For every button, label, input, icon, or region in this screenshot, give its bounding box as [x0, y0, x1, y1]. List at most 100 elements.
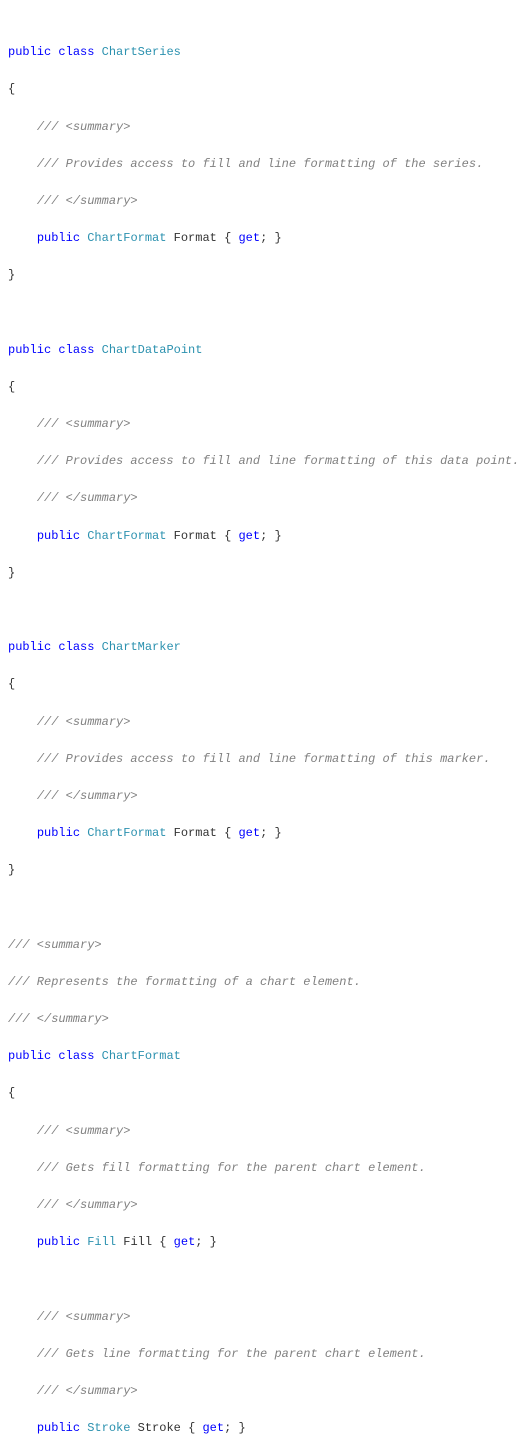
keyword-class: class: [58, 45, 94, 59]
keyword-public: public: [37, 1235, 80, 1249]
brace-open: {: [217, 826, 239, 840]
type-ref: ChartFormat: [87, 529, 166, 543]
keyword-get: get: [174, 1235, 196, 1249]
brace-open: {: [152, 1235, 174, 1249]
xml-doc-summary-open: /// <summary>: [8, 938, 102, 952]
type-name: ChartDataPoint: [102, 343, 203, 357]
keyword-get: get: [238, 826, 260, 840]
code-line: {: [8, 378, 523, 397]
code-line: /// <summary>: [8, 713, 523, 732]
code-line: /// Gets line formatting for the parent …: [8, 1345, 523, 1364]
code-line: {: [8, 80, 523, 99]
xml-doc-summary-open: /// <summary>: [37, 715, 131, 729]
code-line: }: [8, 861, 523, 880]
code-line: /// </summary>: [8, 1010, 523, 1029]
brace-close: ; }: [260, 826, 282, 840]
code-line: /// <summary>: [8, 1308, 523, 1327]
brace-open: {: [8, 1086, 15, 1100]
keyword-public: public: [37, 529, 80, 543]
type-name: ChartFormat: [102, 1049, 181, 1063]
code-line: public Stroke Stroke { get; }: [8, 1419, 523, 1436]
keyword-public: public: [8, 45, 51, 59]
xml-doc-summary-close: /// </summary>: [37, 194, 138, 208]
xml-doc-summary-open: /// <summary>: [37, 120, 131, 134]
keyword-class: class: [58, 343, 94, 357]
brace-open: {: [217, 231, 239, 245]
member-name: Format: [174, 529, 217, 543]
code-line: /// Provides access to fill and line for…: [8, 750, 523, 769]
xml-doc-summary-close: /// </summary>: [37, 789, 138, 803]
code-line: public Fill Fill { get; }: [8, 1233, 523, 1252]
xml-doc-summary-open: /// <summary>: [37, 1124, 131, 1138]
brace-close: }: [8, 566, 15, 580]
type-ref: ChartFormat: [87, 231, 166, 245]
brace-close: ; }: [224, 1421, 246, 1435]
code-line: public ChartFormat Format { get; }: [8, 824, 523, 843]
brace-close: ; }: [260, 231, 282, 245]
xml-doc-summary-close: /// </summary>: [37, 491, 138, 505]
code-line: public class ChartMarker: [8, 638, 523, 657]
code-line: /// Gets fill formatting for the parent …: [8, 1159, 523, 1178]
blank-line: [8, 601, 523, 620]
xml-doc-text: /// Provides access to fill and line for…: [37, 454, 519, 468]
xml-doc-text: /// Provides access to fill and line for…: [37, 752, 491, 766]
keyword-public: public: [8, 640, 51, 654]
code-line: {: [8, 675, 523, 694]
code-line: /// <summary>: [8, 118, 523, 137]
keyword-get: get: [238, 529, 260, 543]
keyword-class: class: [58, 1049, 94, 1063]
brace-open: {: [181, 1421, 203, 1435]
brace-open: {: [8, 380, 15, 394]
member-name: Fill: [123, 1235, 152, 1249]
blank-line: [8, 899, 523, 918]
member-name: Stroke: [138, 1421, 181, 1435]
xml-doc-summary-close: /// </summary>: [37, 1384, 138, 1398]
brace-close: ; }: [195, 1235, 217, 1249]
keyword-get: get: [202, 1421, 224, 1435]
code-line: }: [8, 266, 523, 285]
member-name: Format: [174, 826, 217, 840]
code-line: {: [8, 1084, 523, 1103]
code-line: /// </summary>: [8, 192, 523, 211]
xml-doc-summary-open: /// <summary>: [37, 417, 131, 431]
keyword-public: public: [37, 826, 80, 840]
code-line: public class ChartFormat: [8, 1047, 523, 1066]
code-line: }: [8, 564, 523, 583]
type-ref: ChartFormat: [87, 826, 166, 840]
brace-close: }: [8, 268, 15, 282]
code-line: /// </summary>: [8, 787, 523, 806]
xml-doc-summary-close: /// </summary>: [8, 1012, 109, 1026]
code-line: /// <summary>: [8, 936, 523, 955]
xml-doc-text: /// Provides access to fill and line for…: [37, 157, 483, 171]
type-name: ChartSeries: [102, 45, 181, 59]
keyword-public: public: [8, 1049, 51, 1063]
type-ref: Fill: [87, 1235, 116, 1249]
code-line: public ChartFormat Format { get; }: [8, 229, 523, 248]
blank-line: [8, 1270, 523, 1289]
keyword-public: public: [37, 231, 80, 245]
code-line: /// </summary>: [8, 1196, 523, 1215]
xml-doc-text: /// Gets fill formatting for the parent …: [37, 1161, 426, 1175]
type-ref: Stroke: [87, 1421, 130, 1435]
xml-doc-summary-open: /// <summary>: [37, 1310, 131, 1324]
code-line: /// Provides access to fill and line for…: [8, 452, 523, 471]
code-line: /// <summary>: [8, 1122, 523, 1141]
code-line: /// Represents the formatting of a chart…: [8, 973, 523, 992]
xml-doc-text: /// Represents the formatting of a chart…: [8, 975, 361, 989]
brace-close: }: [8, 863, 15, 877]
xml-doc-text: /// Gets line formatting for the parent …: [37, 1347, 426, 1361]
code-line: public class ChartDataPoint: [8, 341, 523, 360]
keyword-public: public: [8, 343, 51, 357]
code-line: /// </summary>: [8, 489, 523, 508]
blank-line: [8, 304, 523, 323]
brace-open: {: [217, 529, 239, 543]
code-line: /// <summary>: [8, 415, 523, 434]
keyword-public: public: [37, 1421, 80, 1435]
code-line: public ChartFormat Format { get; }: [8, 527, 523, 546]
member-name: Format: [174, 231, 217, 245]
code-line: public class ChartSeries: [8, 43, 523, 62]
code-line: /// </summary>: [8, 1382, 523, 1401]
type-name: ChartMarker: [102, 640, 181, 654]
keyword-class: class: [58, 640, 94, 654]
brace-open: {: [8, 677, 15, 691]
